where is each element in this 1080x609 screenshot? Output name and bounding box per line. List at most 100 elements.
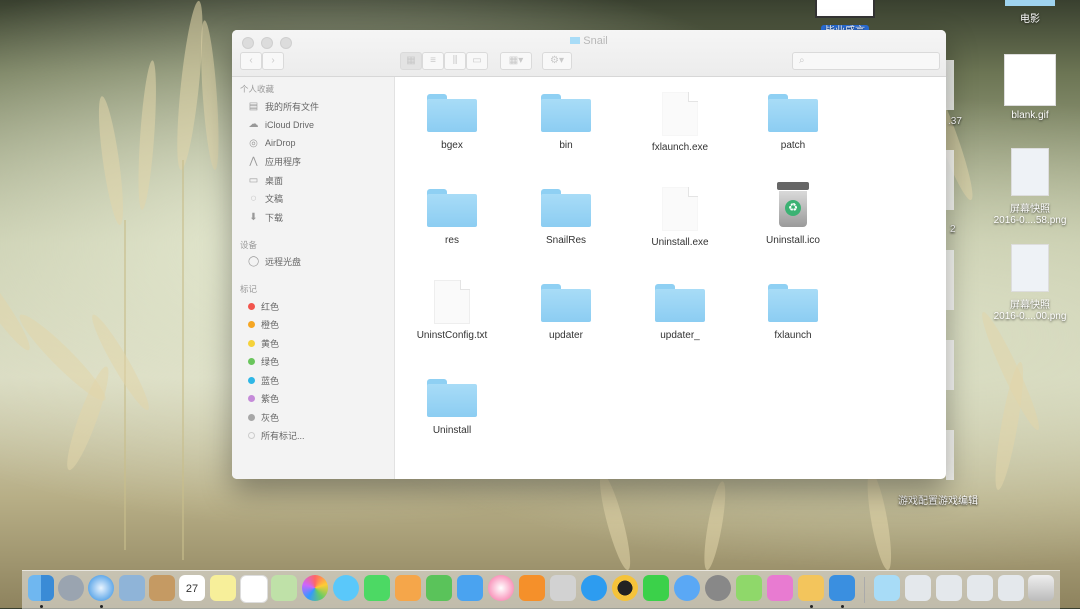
file-name: SnailRes [545,235,587,246]
folder-icon [541,187,591,227]
desktop-icon-label: 2016-0....00.png [993,311,1067,322]
reminders-icon[interactable] [240,575,268,603]
desktop-folder-icon[interactable] [967,575,993,601]
desktop-icon-game-config[interactable]: 游戏配置游戏编辑 [898,492,978,507]
document-icon [662,187,698,231]
file-item-bin[interactable]: bin [511,92,621,151]
sidebar-tag-blue[interactable]: 蓝色 [232,371,394,390]
trash-icon: ♻ [773,182,813,228]
file-name: updater [549,330,583,341]
sidebar-all-tags[interactable]: 所有标记... [232,427,394,446]
folder-icon[interactable] [874,575,900,601]
view-coverflow-button[interactable]: ▭ [466,52,488,70]
folder-icon [541,282,591,322]
finder-sidebar: 个人收藏 ▤ 我的所有文件 ☁ iCloud Drive ◎ AirDrop ⋀ 应用程… [232,77,395,479]
search-field[interactable]: ⌕ [792,52,940,70]
sidebar-tag-green[interactable]: 绿色 [232,353,394,372]
sidebar-tag-orange[interactable]: 橙色 [232,316,394,335]
sidebar-section-tags: 标记 [240,284,258,294]
sidebar-item-applications[interactable]: ⋀ 应用程序 [232,153,394,172]
messages-icon[interactable] [333,575,359,601]
sidebar-item-downloads[interactable]: ⬇ 下载 [232,208,394,227]
photos-icon[interactable] [302,575,328,601]
keynote-icon[interactable] [457,575,483,601]
desktop-icon: ▭ [248,174,259,186]
desktop-icon-label: 屏幕快照 [1010,204,1050,215]
sidebar-item-all-files[interactable]: ▤ 我的所有文件 [232,97,394,116]
mail-icon[interactable] [119,575,145,601]
finder-icon[interactable] [28,575,54,601]
contacts-icon[interactable] [149,575,175,601]
view-list-button[interactable]: ≡ [422,52,444,70]
stack-icon[interactable] [998,575,1024,601]
iqiyi-icon[interactable] [643,575,669,601]
view-columns-button[interactable]: ⫼ [444,52,466,70]
airdrop-icon: ◎ [249,137,258,149]
disc-icon: ◯ [248,256,260,268]
file-item-updater-underscore[interactable]: updater_ [625,282,735,341]
file-item-bgex[interactable]: bgex [397,92,507,151]
app-grid-icon[interactable] [829,575,855,601]
file-item-uninstconfig-txt[interactable]: UninstConfig.txt [397,280,507,341]
file-item-fxlaunch[interactable]: fxlaunch [738,282,848,341]
numbers-icon[interactable] [426,575,452,601]
file-item-fxlaunch-exe[interactable]: fxlaunch.exe [625,92,735,153]
sidebar-item-desktop[interactable]: ▭ 桌面 [232,171,394,190]
desktop-icon-movies[interactable]: 电影 [985,0,1075,25]
sidebar-item-airdrop[interactable]: ◎ AirDrop [232,134,394,153]
file-item-uninstall-ico[interactable]: ♻ Uninstall.ico [738,182,848,246]
dock: 27 [22,570,1060,609]
sidebar-tag-gray[interactable]: 灰色 [232,408,394,427]
file-name: fxlaunch [774,330,812,341]
system-prefs-icon[interactable] [581,575,607,601]
action-gear-icon[interactable]: ⚙▾ [542,52,572,70]
settings-icon[interactable] [705,575,731,601]
file-item-res[interactable]: res [397,187,507,246]
facetime-icon[interactable] [364,575,390,601]
desktop-icon-label: 2016-0....58.png [993,215,1067,226]
sidebar-tag-red[interactable]: 红色 [232,297,394,316]
sidebar-tag-yellow[interactable]: 黄色 [232,334,394,353]
mail-plane-icon[interactable] [767,575,793,601]
desktop-icon-label: 屏幕快照 [1010,300,1050,311]
file-item-snailres[interactable]: SnailRes [511,187,621,246]
arrange-button[interactable]: ▦▾ [500,52,532,70]
downloads-icon[interactable] [905,575,931,601]
view-icons-button[interactable]: ▦ [400,52,422,70]
hidden-desktop-item [946,150,954,210]
file-name: UninstConfig.txt [416,330,488,341]
launchpad-icon[interactable] [58,575,84,601]
safari-icon[interactable] [88,575,114,601]
baidu-icon[interactable] [674,575,700,601]
folder-thumbnail-icon [1005,0,1055,6]
app-store-icon[interactable] [550,575,576,601]
documents-icon: ◌ [250,193,257,205]
sidebar-item-icloud-drive[interactable]: ☁ iCloud Drive [232,116,394,135]
sidebar-item-remote-disc[interactable]: ◯ 远程光盘 [232,253,394,272]
sidebar-item-documents[interactable]: ◌ 文稿 [232,190,394,209]
maps-icon[interactable] [271,575,297,601]
forward-button[interactable]: › [262,52,284,70]
folder-icon [427,187,477,227]
file-grid: bgex bin fxlaunch.exe patch res SnailRes… [395,77,946,479]
back-button[interactable]: ‹ [240,52,262,70]
sidebar-tag-purple[interactable]: 紫色 [232,390,394,409]
desktop-icon-blank-gif[interactable]: blank.gif [985,54,1075,121]
itunes-icon[interactable] [488,575,514,601]
applications-icon: ⋀ [249,156,258,168]
notes-icon[interactable] [210,575,236,601]
file-item-uninstall-exe[interactable]: Uninstall.exe [625,187,735,248]
documents-icon[interactable] [936,575,962,601]
file-item-patch[interactable]: patch [738,92,848,151]
desktop-icon-screenshot-2[interactable]: 屏幕快照 2016-0....00.png [985,244,1075,322]
file-item-updater[interactable]: updater [511,282,621,341]
ibooks-icon[interactable] [519,575,545,601]
qq-icon[interactable] [612,575,638,601]
calendar-icon[interactable]: 27 [179,575,205,601]
pages-icon[interactable] [395,575,421,601]
wechat-icon[interactable] [736,575,762,601]
trash-icon[interactable] [1028,575,1054,601]
file-item-uninstall-folder[interactable]: Uninstall [397,377,507,436]
tools-icon[interactable] [798,575,824,601]
desktop-icon-screenshot-1[interactable]: 屏幕快照 2016-0....58.png [985,148,1075,226]
